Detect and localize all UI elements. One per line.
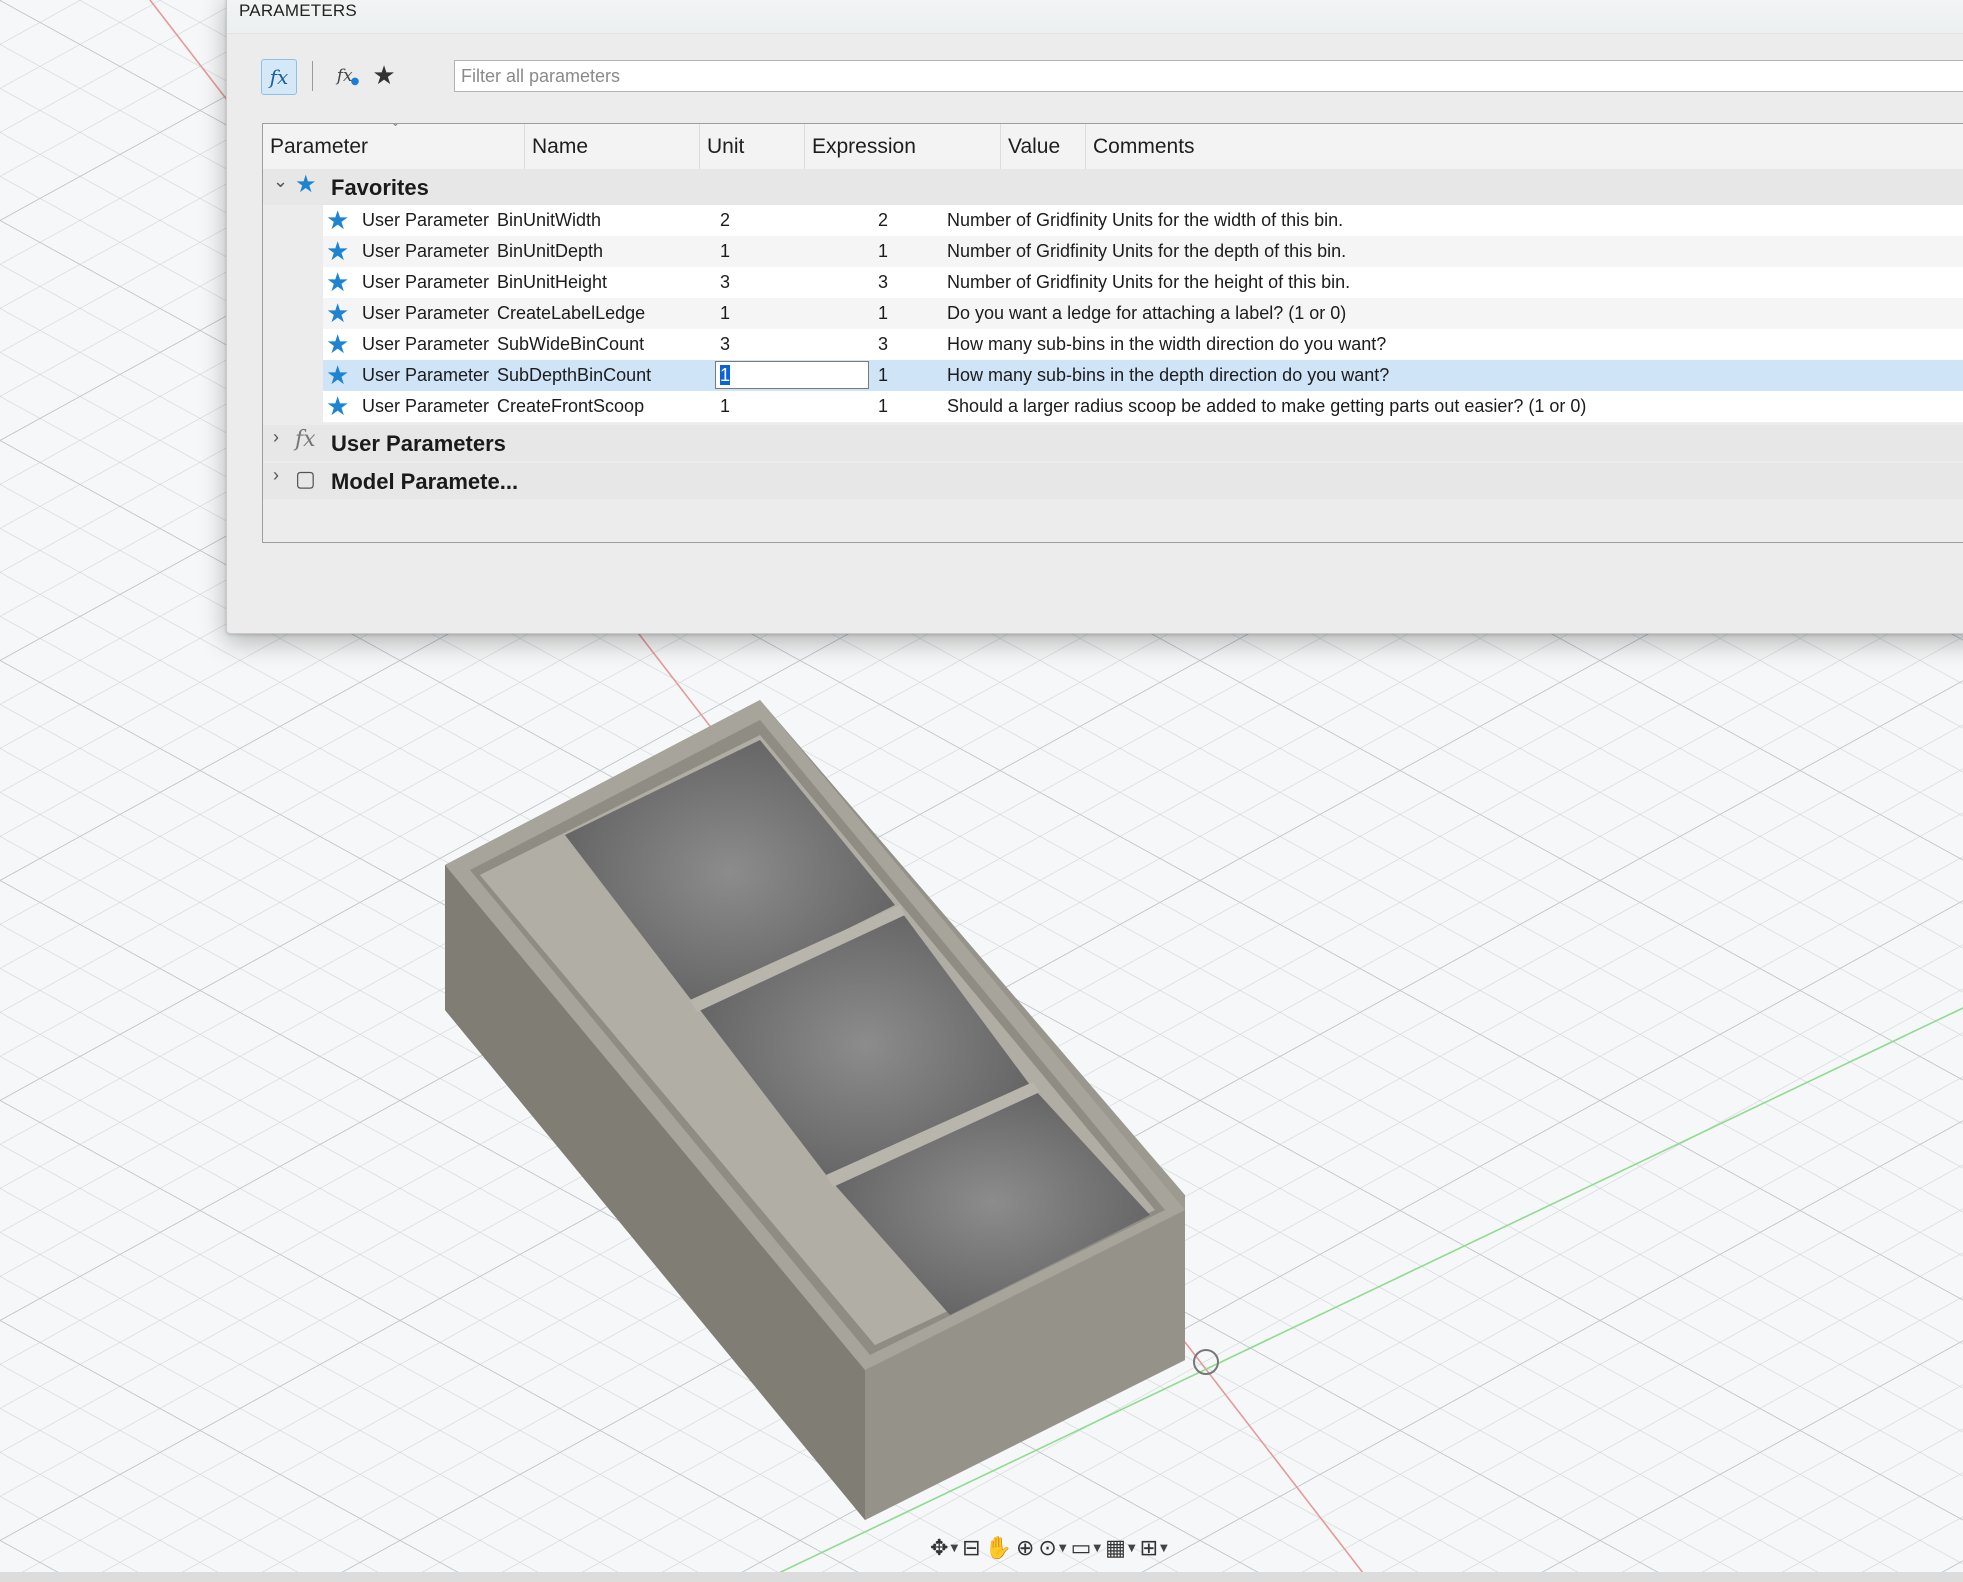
cell-comment: How many sub-bins in the depth direction… [947,365,1390,385]
cell-expression[interactable]: 1 [720,298,730,329]
grid-icon: ▦ [1105,1535,1126,1561]
all-parameters-fx-button[interactable]: fx [261,59,297,95]
col-header-unit[interactable]: Unit [700,124,805,169]
cell-comment: Do you want a ledge for attaching a labe… [947,303,1347,323]
filter-parameters-input[interactable] [454,60,1963,92]
cell-name: CreateFrontScoop [497,396,645,416]
cell-comment: Should a larger radius scoop be added to… [947,396,1587,416]
selected-expression-text: 1 [720,365,731,385]
favorite-star-icon[interactable]: ★ [326,205,349,235]
star-icon: ★ [372,61,396,91]
dialog-title: PARAMETERS [239,1,357,20]
user-parameters-filter-button[interactable]: fx ● [331,59,365,93]
cell-expression[interactable]: 3 [720,267,730,298]
group-label: User Parameters [331,431,506,456]
cell-name: BinUnitWidth [497,210,602,230]
favorite-star-icon[interactable]: ★ [326,298,349,328]
cell-value: 1 [878,365,889,385]
sort-chevron-icon: ⌄ [390,124,401,130]
chevron-down-icon[interactable]: ⌄ [273,171,288,192]
orbit-icon: ✥ [930,1535,949,1561]
cell-parameter: User Parameter [362,241,490,261]
table-row[interactable]: ★ User Parameter SubWideBinCount 3 3 How many… [323,329,1963,361]
group-model-parameters[interactable]: › ▢ Model Paramete... [263,463,1963,499]
fx-icon: fx [295,427,316,452]
cell-expression[interactable]: 2 [720,205,730,236]
dialog-titlebar[interactable]: PARAMETERS [227,0,1963,34]
cell-name: CreateLabelLedge [497,303,646,323]
cell-value: 3 [878,334,889,354]
cell-value: 2 [878,210,889,230]
group-label: Favorites [331,175,429,200]
col-header-expression[interactable]: Expression [805,124,1001,169]
display-settings-button[interactable]: ▭ ▼ [1071,1536,1102,1561]
table-row[interactable]: ★ User Parameter BinUnitHeight 3 3 Number of … [323,267,1963,299]
favorite-star-icon[interactable]: ★ [326,360,349,390]
zoom-button[interactable]: ⊕ [1016,1536,1034,1561]
look-at-icon: ⊟ [962,1535,981,1561]
col-header-value[interactable]: Value [1001,124,1086,169]
cell-name: BinUnitHeight [497,272,608,292]
table-row[interactable]: ★ User Parameter CreateLabelLedge 1 1 Do you … [323,298,1963,330]
orbit-button[interactable]: ✥ ▼ [930,1536,958,1561]
parameters-dialog: PARAMETERS fx fx● ★ Parameter ⌄ Name Uni… [226,0,1963,634]
table-row[interactable]: ★ User Parameter CreateFrontScoop 1 1 Should … [323,391,1963,423]
cell-name: SubDepthBinCount [497,365,652,385]
cell-parameter: User Parameter [362,334,490,354]
cell-name: BinUnitDepth [497,241,604,261]
cell-parameter: User Parameter [362,365,490,385]
table-row[interactable]: ★ User Parameter SubDepthBinCount 1 1 How man… [323,360,1963,392]
cell-comment: Number of Gridfinity Units for the heigh… [947,272,1351,292]
group-label: Model Paramete... [331,469,519,494]
table-header: Parameter ⌄ Name Unit Expression Value C… [263,124,1963,170]
look-at-button[interactable]: ⊟ [962,1536,980,1561]
group-user-parameters[interactable]: › fx User Parameters [263,425,1963,461]
fx-icon: fx [269,65,289,89]
cell-expression[interactable]: 1 [720,391,730,422]
table-row[interactable]: ★ User Parameter BinUnitDepth 1 1 Number of G… [323,236,1963,268]
cell-expression[interactable]: 3 [720,329,730,360]
toolbar-separator [312,61,313,91]
viewport-navigation-toolbar: ✥ ▼ ⊟ ✋ ⊕ ⊙ ▼ ▭ ▼ ▦ ▼ ⊞ ▼ [930,1530,1168,1566]
chevron-right-icon[interactable]: › [273,427,279,448]
expression-edit-field[interactable]: 1 [715,361,869,389]
col-header-name[interactable]: Name [525,124,700,169]
favorite-star-icon[interactable]: ★ [326,391,349,421]
status-bar [0,1572,1963,1582]
col-header-parameter[interactable]: Parameter [263,124,525,169]
viewports-icon: ⊞ [1139,1535,1158,1561]
favorite-star-icon[interactable]: ★ [326,329,349,359]
cell-comment: How many sub-bins in the width direction… [947,334,1387,354]
zoom-icon: ⊕ [1015,1535,1035,1561]
favorite-star-icon[interactable]: ★ [326,267,349,297]
cell-value: 1 [878,396,889,416]
cube-icon: ▢ [295,466,316,491]
cell-value: 1 [878,303,889,323]
viewports-button[interactable]: ⊞ ▼ [1140,1536,1168,1561]
grid-settings-button[interactable]: ▦ ▼ [1105,1536,1136,1561]
cell-parameter: User Parameter [362,303,490,323]
cell-expression[interactable]: 1 [720,236,730,267]
cell-comment: Number of Gridfinity Units for the width… [947,210,1344,230]
favorite-star-icon[interactable]: ★ [326,236,349,266]
col-header-comments[interactable]: Comments [1086,124,1963,169]
star-icon: ★ [295,171,317,198]
parameters-table: Parameter ⌄ Name Unit Expression Value C… [262,123,1963,543]
zoom-window-icon: ⊙ [1038,1535,1057,1561]
pan-button[interactable]: ✋ [985,1536,1012,1561]
chevron-right-icon[interactable]: › [273,465,279,486]
cell-comment: Number of Gridfinity Units for the depth… [947,241,1347,261]
fit-button[interactable]: ⊙ ▼ [1038,1536,1066,1561]
cell-parameter: User Parameter [362,272,490,292]
display-icon: ▭ [1070,1535,1092,1561]
cell-value: 3 [878,272,889,292]
hand-icon: ✋ [984,1535,1012,1561]
favorites-filter-button[interactable]: ★ [367,59,401,93]
table-row[interactable]: ★ User Parameter BinUnitWidth 2 2 Number of G… [323,205,1963,237]
cell-name: SubWideBinCount [497,334,645,354]
cell-parameter: User Parameter [362,210,490,230]
cell-parameter: User Parameter [362,396,490,416]
group-favorites[interactable]: ⌄ ★ Favorites [263,169,1963,205]
cell-value: 1 [878,241,889,261]
